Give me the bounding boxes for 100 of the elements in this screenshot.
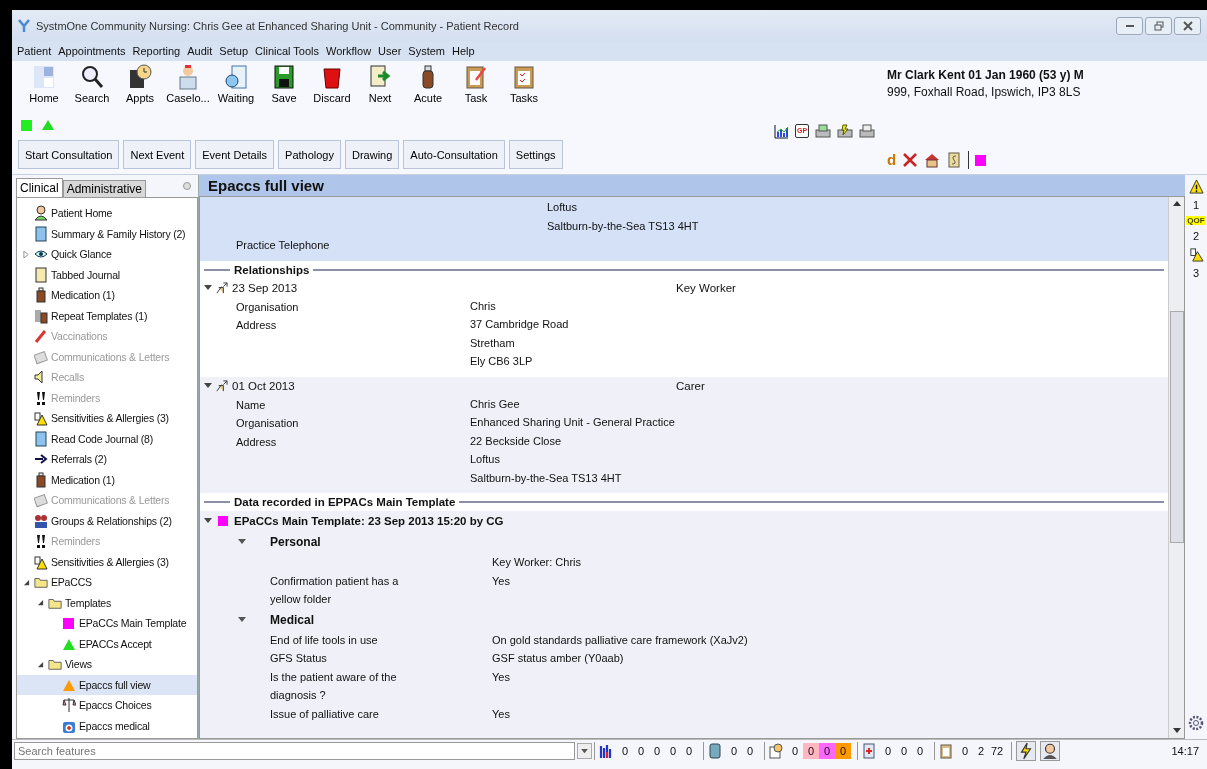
tree-item[interactable]: EPACCs Accept <box>17 633 197 654</box>
doctor-icon[interactable] <box>176 64 200 90</box>
scroll-down-icon[interactable] <box>1172 728 1181 734</box>
tree-item[interactable]: Sensitivities & Allergies (3) <box>17 551 197 572</box>
alert-count: 3 <box>1192 267 1200 279</box>
toolbar-button[interactable]: Caselo... <box>164 64 212 112</box>
tree-item[interactable]: Medication (1) <box>17 469 197 490</box>
toolbar-button[interactable]: Home <box>20 64 68 112</box>
action-button[interactable]: Pathology <box>278 140 341 169</box>
tree-toggle-icon[interactable] <box>37 599 44 607</box>
tree-item[interactable]: Views <box>17 654 197 675</box>
action-button[interactable]: Next Event <box>123 140 192 169</box>
house-icon[interactable] <box>924 152 941 168</box>
action-button[interactable]: Settings <box>508 140 563 169</box>
menu-item[interactable]: Audit <box>187 45 213 57</box>
tree-item[interactable]: Groups & Relationships (2) <box>17 510 197 531</box>
toolbar-button[interactable]: Appts <box>116 64 164 112</box>
tree-item[interactable]: Summary & Family History (2) <box>17 223 197 244</box>
tree-item[interactable]: Patient Home <box>17 203 197 224</box>
menu-item[interactable]: Reporting <box>132 45 181 57</box>
collapse-toggle-icon[interactable] <box>238 616 246 623</box>
action-button[interactable]: Start Consultation <box>18 140 120 169</box>
menu-item[interactable]: User <box>378 45 402 57</box>
field-value: Key Worker: Chris <box>492 556 582 568</box>
menu-item[interactable]: Help <box>452 45 475 57</box>
search-field[interactable]: Search features <box>14 742 575 760</box>
tree-item[interactable]: EPaCCs Main Template <box>17 613 197 634</box>
bar-chart-icon[interactable] <box>599 743 613 759</box>
tree-item[interactable]: Repeat Templates (1) <box>17 305 197 326</box>
settings-icon[interactable] <box>1188 715 1204 731</box>
menu-item[interactable]: Patient <box>17 45 52 57</box>
menu-item[interactable]: Workflow <box>326 45 372 57</box>
field-value: Ely CB6 3LP <box>470 355 533 367</box>
qof-badge[interactable]: QOF <box>1186 216 1206 225</box>
checklist-icon[interactable] <box>512 64 536 90</box>
field-value: GSF status amber (Y0aab) <box>492 652 624 664</box>
calendar-clock-icon[interactable] <box>769 743 783 759</box>
tree-item[interactable]: Read Code Journal (8) <box>17 428 197 449</box>
action-button[interactable]: Event Details <box>195 140 275 169</box>
collapse-toggle-icon[interactable] <box>238 539 246 545</box>
tree-item[interactable]: Quick Glance <box>17 244 197 265</box>
template-marker[interactable] <box>975 154 987 166</box>
collapse-toggle-icon[interactable] <box>204 285 212 291</box>
vertical-scrollbar[interactable] <box>1168 197 1184 738</box>
printer-icon[interactable] <box>815 123 832 139</box>
tree-item[interactable]: Epaccs full view <box>17 674 197 695</box>
tree-item[interactable]: EPaCCS <box>17 572 197 593</box>
medical-document-icon[interactable] <box>862 743 876 759</box>
tree-item[interactable]: Sensitivities & Allergies (3) <box>17 408 197 429</box>
clipboard-icon[interactable] <box>939 743 953 759</box>
bar-chart-icon[interactable] <box>773 123 789 139</box>
tree-item[interactable]: Epaccs medical <box>17 715 197 736</box>
tree-item[interactable]: Referrals (2) <box>17 449 197 470</box>
allergy-warning-icon[interactable] <box>1188 247 1204 262</box>
person-icon[interactable] <box>1040 741 1060 761</box>
scroll-up-icon[interactable] <box>1172 201 1181 207</box>
toolbar-button[interactable]: Acute <box>404 64 452 112</box>
hourglass-icon[interactable] <box>708 743 722 759</box>
scroll-icon[interactable] <box>946 152 963 168</box>
toolbar-button[interactable]: Task <box>452 64 500 112</box>
toolbar-button[interactable]: Search <box>68 64 116 112</box>
scales-icon <box>62 697 76 714</box>
printer-icon[interactable] <box>859 123 876 139</box>
tree-toggle-icon[interactable] <box>23 250 30 258</box>
sidebar-tab[interactable]: Clinical <box>16 178 63 197</box>
toolbar-button[interactable]: Save <box>260 64 308 112</box>
tree-item[interactable]: Templates <box>17 592 197 613</box>
toolbar-button[interactable]: Tasks <box>500 64 548 112</box>
action-button[interactable]: Drawing <box>345 140 400 169</box>
crossed-tools-icon[interactable] <box>902 152 919 168</box>
lightning-icon[interactable] <box>1016 741 1036 761</box>
restore-button[interactable] <box>1145 16 1172 35</box>
menu-item[interactable]: Appointments <box>58 45 126 57</box>
toolbar-button[interactable]: Next <box>356 64 404 112</box>
collapse-toggle-icon[interactable] <box>204 518 212 524</box>
toolbar-button[interactable]: Discard <box>308 64 356 112</box>
clipboard-pencil-icon[interactable] <box>464 64 488 90</box>
counter-value: 0 <box>620 744 630 759</box>
menu-item[interactable]: System <box>408 45 445 57</box>
menu-item[interactable]: Clinical Tools <box>255 45 320 57</box>
search-icon[interactable] <box>80 64 104 90</box>
collapse-toggle-icon[interactable] <box>204 383 212 389</box>
tree-toggle-icon[interactable] <box>23 578 30 586</box>
printer-icon[interactable] <box>837 123 854 139</box>
tree-item[interactable]: Epaccs Choices <box>17 695 197 716</box>
warning-icon <box>34 410 48 427</box>
patient-name: Mr Clark Kent 01 Jan 1960 (53 y) M <box>887 68 1085 82</box>
sidebar-tab[interactable]: Administrative <box>62 180 147 197</box>
action-button[interactable]: Auto-Consultation <box>403 140 505 169</box>
minimize-button[interactable] <box>1116 16 1143 35</box>
tree-item[interactable]: Medication (1) <box>17 285 197 306</box>
close-button[interactable] <box>1174 16 1201 35</box>
document-arrow-icon[interactable] <box>368 64 392 90</box>
tree-toggle-icon[interactable] <box>37 660 44 668</box>
menu-item[interactable]: Setup <box>219 45 249 57</box>
tree-item[interactable]: Tabbed Journal <box>17 264 197 285</box>
book-clock-icon[interactable] <box>128 64 152 90</box>
clock-list-icon[interactable] <box>224 64 248 90</box>
toolbar-button[interactable]: Waiting <box>212 64 260 112</box>
warning-icon[interactable] <box>1188 179 1204 194</box>
